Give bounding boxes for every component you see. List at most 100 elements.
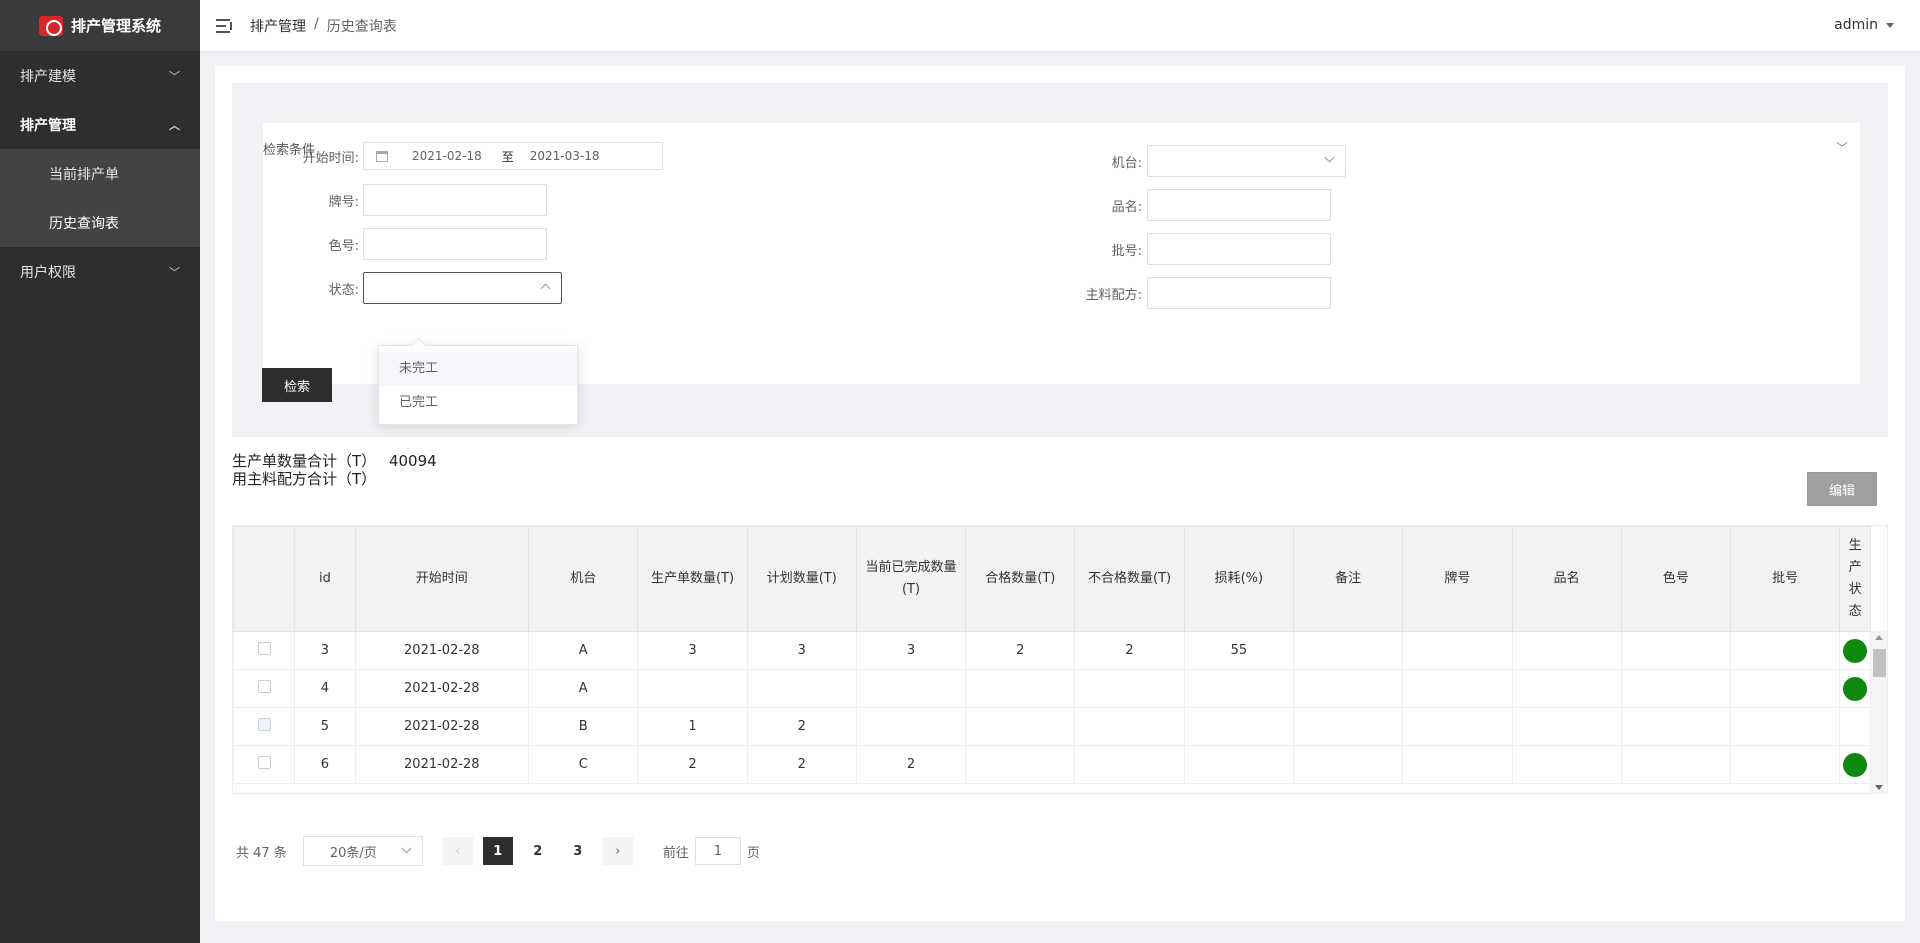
username: admin — [1834, 17, 1878, 33]
sidebar-group-label: 排产建模 — [20, 68, 76, 85]
page-number[interactable]: 3 — [563, 837, 593, 865]
caret-down-icon — [1886, 22, 1894, 28]
range-separator: 至 — [501, 149, 514, 164]
status-option-finished[interactable]: 已完工 — [379, 386, 577, 420]
cell-empty — [1730, 707, 1841, 746]
scroll-thumb[interactable] — [1873, 649, 1886, 677]
cell-loss — [1183, 707, 1294, 746]
cell-empty — [1511, 745, 1622, 784]
cell-loss — [1183, 669, 1294, 708]
chevron-up-icon: ︿ — [169, 118, 180, 132]
col-header: id — [294, 526, 356, 632]
machine-label: 机台: — [1111, 155, 1142, 171]
page-number[interactable]: 1 — [482, 837, 513, 865]
status-select[interactable] — [363, 272, 562, 304]
sidebar-group-management[interactable]: 排产管理 ︿ — [0, 100, 200, 149]
row-checkbox[interactable] — [257, 756, 271, 769]
goto-page-input[interactable]: 1 — [694, 837, 741, 865]
cell-empty — [1292, 669, 1404, 708]
cell-machine: A — [528, 669, 639, 708]
cell-order: 3 — [637, 631, 748, 670]
status-dropdown: 未完工 已完工 — [378, 345, 578, 425]
breadcrumb-current: 历史查询表 — [326, 18, 397, 35]
table-scrollbar[interactable] — [1870, 631, 1887, 793]
cell-empty — [1730, 631, 1841, 670]
cell-order: 2 — [637, 745, 748, 784]
col-header: 批号 — [1730, 526, 1841, 632]
status-dot-icon — [1843, 752, 1868, 777]
status-option-unfinished[interactable]: 未完工 — [379, 352, 577, 386]
row-checkbox[interactable] — [257, 718, 271, 731]
sidebar-item-history[interactable]: 历史查询表 — [0, 198, 200, 247]
sidebar: 排产管理系统 排产建模 ﹀ 排产管理 ︿ 当前排产单 历史查询表 用户权限 ﹀ — [0, 0, 200, 943]
color-input[interactable] — [363, 228, 547, 260]
collapse-chevron-icon[interactable]: ﹀ — [1836, 139, 1848, 156]
sidebar-group-modeling[interactable]: 排产建模 ﹀ — [0, 51, 200, 100]
machine-select[interactable] — [1147, 145, 1346, 177]
col-header: 备注 — [1292, 526, 1404, 632]
col-header: 计划数量(T) — [746, 526, 857, 632]
table-row[interactable]: 6 2021-02-28 C 2 2 2 — [233, 745, 1871, 784]
edit-button[interactable]: 编辑 — [1807, 472, 1877, 506]
date-range-input[interactable]: 2021-02-18 至 2021-03-18 — [363, 142, 663, 170]
cell-empty — [1511, 707, 1622, 746]
status-dot-icon — [1843, 638, 1868, 663]
pagination-total: 共 47 条 — [236, 845, 287, 861]
page-size-value: 20条/页 — [329, 845, 377, 861]
cell-date: 2021-02-28 — [354, 631, 530, 670]
formula-input[interactable] — [1147, 277, 1331, 309]
order-qty-total: 生产单数量合计（T） 40094 — [232, 452, 437, 470]
cell-status — [1839, 745, 1871, 784]
history-table: id 开始时间 机台 生产单数量(T) 计划数量(T) 当前已完成数量(T) 合… — [232, 525, 1888, 794]
cell-done: 2 — [855, 745, 967, 784]
brand-input[interactable] — [363, 184, 547, 216]
machine-field: 机台: — [1067, 145, 1346, 177]
scroll-down-icon[interactable] — [1875, 785, 1883, 790]
cell-done: 3 — [855, 631, 967, 670]
pagination: 共 47 条 20条/页 ‹ 1 2 3 › 前往 1 页 — [236, 836, 760, 866]
cell-empty — [1730, 669, 1841, 708]
col-header: 损耗(%) — [1183, 526, 1294, 632]
cell-id: 4 — [294, 669, 356, 708]
sidebar-group-label: 排产管理 — [20, 117, 76, 134]
col-header: 牌号 — [1402, 526, 1513, 632]
search-button[interactable]: 检索 — [262, 368, 332, 402]
cell-empty — [1402, 707, 1513, 746]
cell-empty — [1620, 631, 1732, 670]
cell-empty — [1730, 745, 1841, 784]
sidebar-group-permissions[interactable]: 用户权限 ﹀ — [0, 247, 200, 296]
table-row[interactable]: 3 2021-02-28 A 3 3 3 2 2 55 — [233, 631, 1871, 670]
brand-field: 牌号: — [277, 184, 547, 216]
table-row[interactable]: 4 2021-02-28 A — [233, 669, 1871, 708]
row-checkbox-cell — [233, 669, 296, 708]
next-page-button[interactable]: › — [602, 837, 633, 865]
scroll-up-icon[interactable] — [1875, 635, 1883, 640]
row-checkbox[interactable] — [257, 642, 271, 655]
color-label: 色号: — [328, 238, 359, 254]
breadcrumb-root: 排产管理 — [250, 18, 306, 35]
table-row[interactable]: 5 2021-02-28 B 1 2 — [233, 707, 1871, 746]
cell-ok: 2 — [965, 631, 1076, 670]
calendar-icon — [376, 150, 388, 162]
menu-toggle-icon[interactable] — [216, 18, 234, 33]
cell-empty — [1402, 745, 1513, 784]
status-field: 状态: — [277, 272, 562, 304]
logo-icon — [38, 15, 63, 36]
page-size-select[interactable]: 20条/页 — [302, 836, 423, 866]
cell-date: 2021-02-28 — [354, 669, 530, 708]
prev-page-button[interactable]: ‹ — [442, 837, 473, 865]
totals: 生产单数量合计（T） 40094 用主料配方合计（T） — [232, 452, 437, 488]
product-input[interactable] — [1147, 189, 1331, 221]
batch-input[interactable] — [1147, 233, 1331, 265]
cell-date: 2021-02-28 — [354, 745, 530, 784]
row-checkbox[interactable] — [257, 680, 271, 693]
sidebar-item-current-orders[interactable]: 当前排产单 — [0, 149, 200, 198]
color-field: 色号: — [277, 228, 547, 260]
sidebar-group-label: 用户权限 — [20, 264, 76, 281]
cell-empty — [1292, 745, 1404, 784]
page-number[interactable]: 2 — [523, 837, 553, 865]
user-menu[interactable]: admin — [1834, 17, 1894, 33]
row-checkbox-cell — [233, 631, 296, 670]
cell-done — [855, 669, 967, 708]
cell-loss: 55 — [1183, 631, 1294, 670]
